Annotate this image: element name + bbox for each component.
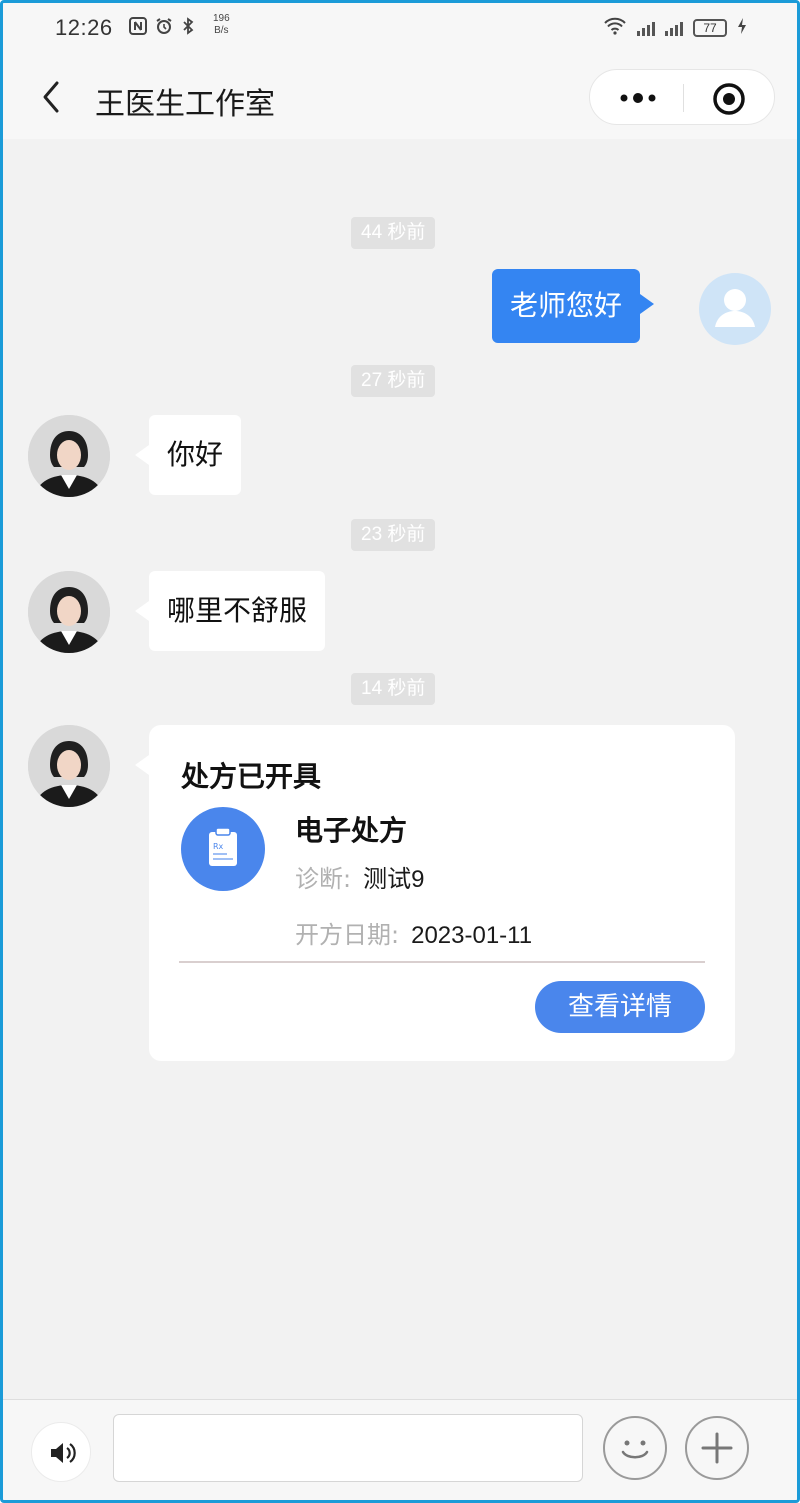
emoji-button[interactable] — [603, 1416, 667, 1480]
more-actions-button[interactable] — [685, 1416, 749, 1480]
date-row: 开方日期: 2023-01-11 — [295, 915, 532, 950]
speed-unit: B/s — [214, 25, 229, 36]
message-text: 老师您好 — [510, 289, 623, 322]
nfc-icon — [129, 17, 147, 40]
doctor-avatar[interactable] — [28, 571, 110, 653]
speed-value: 196 — [213, 13, 230, 24]
user-avatar[interactable] — [699, 273, 771, 345]
diagnosis-value: 测试9 — [363, 866, 425, 893]
alarm-icon — [155, 17, 173, 40]
message-input[interactable] — [113, 1414, 583, 1482]
diagnosis-row: 诊断: 测试9 — [295, 859, 424, 894]
diagnosis-label: 诊断: — [295, 865, 352, 893]
more-dots-icon[interactable] — [616, 86, 660, 110]
doctor-photo — [28, 571, 110, 653]
time-chip: 23 秒前 — [351, 519, 436, 551]
doctor-avatar[interactable] — [28, 725, 110, 807]
status-bar: 12:26 196 B/s 77 — [3, 3, 797, 55]
smiley-icon — [621, 1440, 649, 1459]
doctor-message-bubble[interactable]: 哪里不舒服 — [134, 571, 326, 651]
nav-header: 王医生工作室 — [3, 55, 797, 139]
speaker-icon — [51, 1443, 76, 1463]
signal-5g-icon — [637, 20, 655, 36]
battery-icon: 77 — [693, 19, 727, 37]
message-text: 哪里不舒服 — [167, 594, 308, 627]
input-bar — [3, 1399, 797, 1500]
message-text: 你好 — [167, 438, 224, 471]
miniprogram-capsule — [589, 69, 775, 125]
prescription-card[interactable]: 处方已开具 Rx 电子处方 诊断: 测试9 开方日期: 2023-01-11 查看详… — [135, 725, 735, 1061]
my-message-bubble[interactable]: 老师您好 — [492, 269, 655, 343]
page-title: 王医生工作室 — [95, 87, 275, 122]
date-label: 开方日期: — [295, 921, 400, 949]
svg-text:Rx: Rx — [213, 842, 224, 851]
time-chip: 27 秒前 — [351, 365, 436, 397]
prescription-name: 电子处方 — [295, 814, 408, 847]
capsule-divider — [683, 84, 684, 112]
network-speed: 196 B/s — [213, 13, 230, 37]
doctor-message-bubble[interactable]: 你好 — [134, 415, 242, 495]
card-divider — [179, 961, 705, 963]
plus-icon — [701, 1432, 733, 1464]
chat-area[interactable]: 44 秒前 老师您好 27 秒前 你好 23 秒前 哪里不舒服 14 秒前 处方… — [3, 139, 797, 1399]
status-time: 12:26 — [55, 15, 113, 40]
view-details-button[interactable]: 查看详情 — [535, 981, 705, 1033]
doctor-photo — [28, 725, 110, 807]
wifi-icon — [603, 17, 627, 39]
doctor-avatar[interactable] — [28, 415, 110, 497]
status-icons-left — [129, 17, 195, 40]
time-chip: 44 秒前 — [351, 217, 436, 249]
doctor-photo — [28, 415, 110, 497]
user-placeholder-icon — [715, 289, 755, 327]
back-arrow-icon[interactable] — [37, 77, 67, 117]
target-close-icon[interactable] — [712, 82, 746, 116]
battery-level: 77 — [703, 21, 717, 35]
status-icons-right: 77 — [603, 17, 747, 39]
date-value: 2023-01-11 — [411, 922, 533, 949]
bluetooth-icon — [181, 17, 195, 40]
signal-4g-icon — [665, 20, 683, 36]
charging-icon — [737, 17, 747, 39]
time-chip: 14 秒前 — [351, 673, 436, 705]
phone-frame: 12:26 196 B/s 77 王医生工作室 44 秒前 老师您好 27 秒前… — [0, 0, 800, 1503]
voice-toggle-button[interactable] — [31, 1422, 91, 1482]
prescription-card-title: 处方已开具 — [181, 760, 322, 793]
clipboard-rx-icon: Rx — [181, 807, 265, 891]
